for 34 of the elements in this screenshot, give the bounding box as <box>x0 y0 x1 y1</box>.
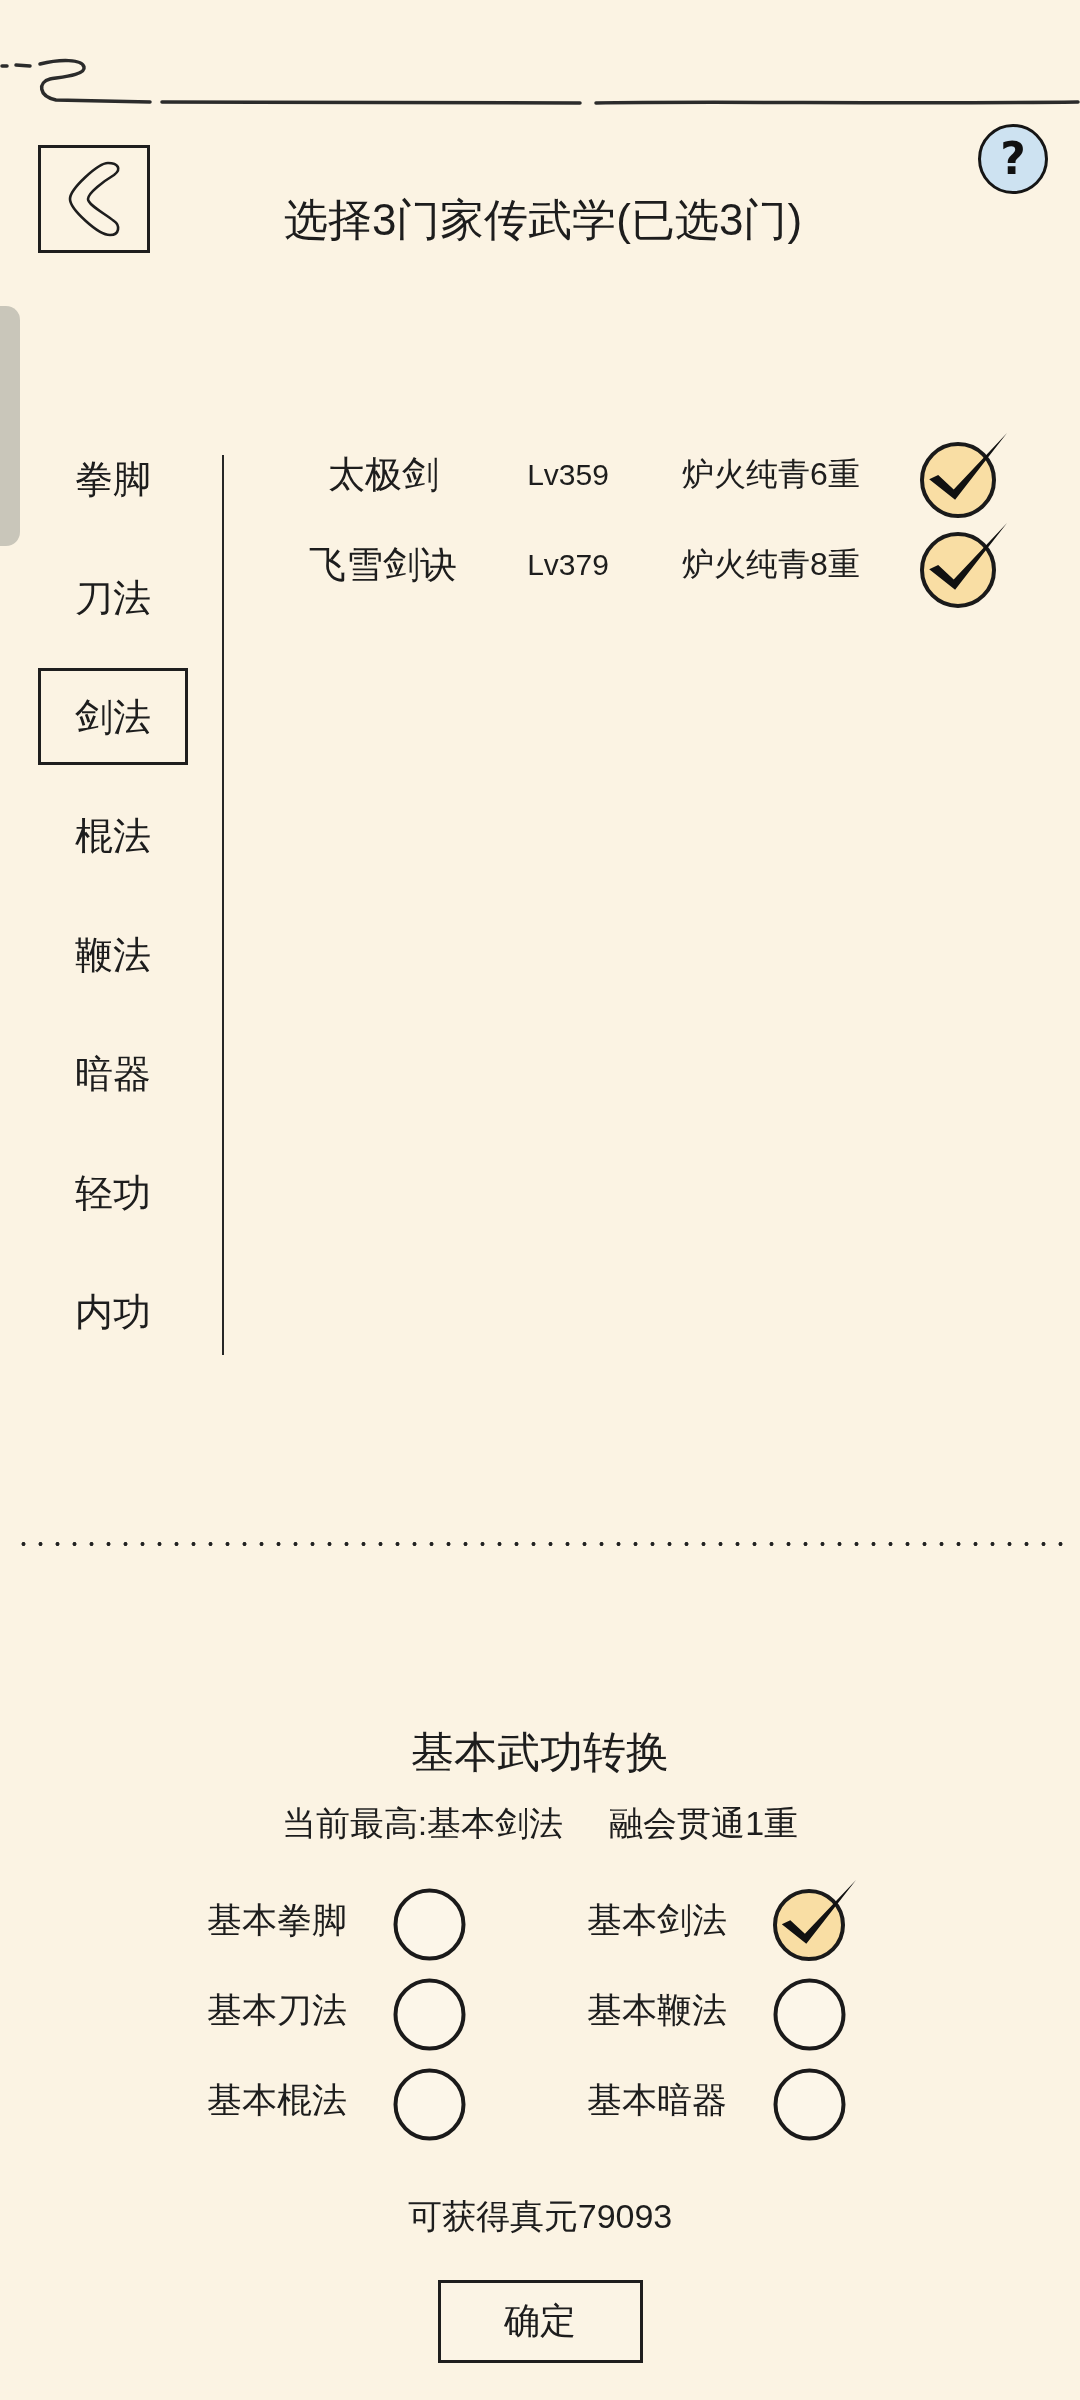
empty-circle-icon[interactable] <box>393 1888 466 1961</box>
category-tab[interactable]: 棍法 <box>75 812 151 859</box>
option-label: 基本剑法 <box>587 1898 727 1941</box>
skill-name: 太极剑 <box>327 453 439 497</box>
option-label: 基本拳脚 <box>207 1898 347 1941</box>
category-tab[interactable]: 轻功 <box>75 1169 151 1216</box>
category-tab[interactable]: 内功 <box>75 1288 151 1335</box>
skill-name: 飞雪剑诀 <box>309 543 457 587</box>
skill-rank: 炉火纯青8重 <box>682 545 860 584</box>
skill-level: Lv359 <box>527 458 609 492</box>
section-title: 基本武功转换 <box>410 1727 670 1778</box>
page-title: 选择3门家传武学(已选3门) <box>282 194 804 246</box>
option-label: 基本刀法 <box>207 1988 347 2031</box>
option-label: 基本暗器 <box>587 2078 727 2121</box>
empty-circle-icon[interactable] <box>393 2068 466 2141</box>
empty-circle-icon[interactable] <box>773 2068 846 2141</box>
help-button[interactable]: ? <box>978 124 1048 194</box>
edge-handle[interactable] <box>0 306 20 546</box>
category-tab[interactable]: 剑法 <box>38 668 188 765</box>
option-label: 基本鞭法 <box>587 1988 727 2031</box>
category-tab[interactable]: 暗器 <box>75 1050 151 1097</box>
empty-circle-icon[interactable] <box>773 1978 846 2051</box>
confirm-button[interactable]: 确定 <box>437 2280 643 2363</box>
category-tab[interactable]: 拳脚 <box>75 455 151 502</box>
category-tab[interactable]: 鞭法 <box>75 931 151 978</box>
category-tab[interactable]: 刀法 <box>75 574 151 621</box>
skill-level: Lv379 <box>527 548 609 582</box>
skill-rank: 炉火纯青6重 <box>682 455 860 494</box>
back-button[interactable] <box>38 145 150 253</box>
option-label: 基本棍法 <box>207 2078 347 2121</box>
reward-text: 可获得真元79093 <box>406 2196 674 2237</box>
mastery-text: 融会贯通1重 <box>609 1803 799 1844</box>
empty-circle-icon[interactable] <box>393 1978 466 2051</box>
current-best-text: 当前最高:基本剑法 <box>281 1803 564 1844</box>
